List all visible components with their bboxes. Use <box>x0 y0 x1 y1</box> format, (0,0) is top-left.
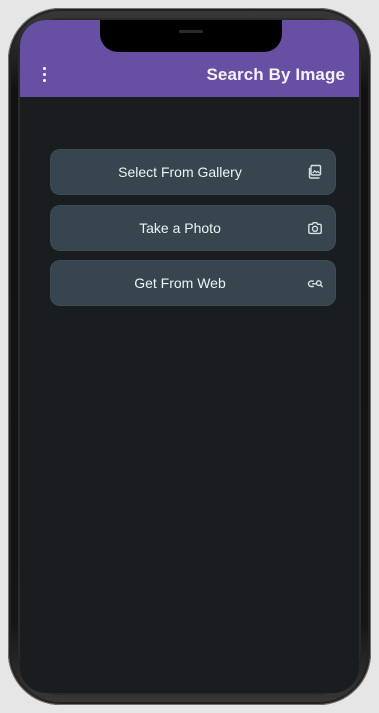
overflow-menu-icon[interactable] <box>39 67 49 83</box>
app-bar: Search By Image <box>20 20 359 97</box>
take-a-photo-button[interactable]: Take a Photo <box>50 205 336 251</box>
app-screen: Search By Image Select From Gallery Take… <box>20 20 359 693</box>
app-title: Search By Image <box>206 65 345 84</box>
screenshot-stage: Search By Image Select From Gallery Take… <box>0 0 379 713</box>
select-from-gallery-label: Select From Gallery <box>118 164 242 180</box>
get-from-web-label: Get From Web <box>134 275 226 291</box>
select-from-gallery-button[interactable]: Select From Gallery <box>50 149 336 195</box>
get-from-web-button[interactable]: Get From Web <box>50 260 336 306</box>
gallery-icon <box>306 163 324 181</box>
phone-notch <box>100 20 282 52</box>
take-a-photo-label: Take a Photo <box>139 220 221 236</box>
home-indicator <box>140 685 240 689</box>
speaker-slot <box>179 30 203 33</box>
web-search-icon <box>306 274 324 292</box>
camera-icon <box>306 219 324 237</box>
